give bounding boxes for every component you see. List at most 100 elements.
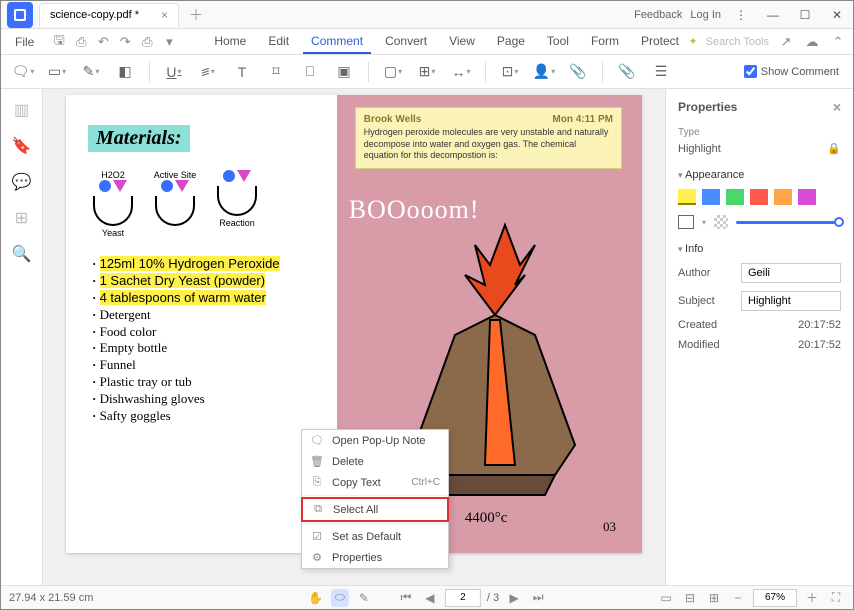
fill-color-picker[interactable] [678,215,694,229]
page-total: / 3 [487,592,499,604]
new-tab-button[interactable]: ＋ [189,5,203,25]
shape-tool[interactable]: ▢▾ [379,60,407,84]
single-page-icon[interactable]: ▭ [657,589,675,607]
tab-tool[interactable]: Tool [539,30,577,54]
qat-dropdown-icon[interactable]: ▾ [160,33,178,51]
redo-icon[interactable]: ↷ [116,33,134,51]
author-input[interactable] [741,263,841,283]
continuous-page-icon[interactable]: ⊟ [681,589,699,607]
two-page-icon[interactable]: ⊞ [705,589,723,607]
strikeout-tool[interactable]: ꠵▾ [194,60,222,84]
color-swatch[interactable] [726,189,744,205]
tab-close-icon[interactable]: × [161,8,168,22]
sticky-note[interactable]: Brook Wells Mon 4:11 PM Hydrogen peroxid… [355,107,622,169]
attachment-icon[interactable]: 📎 [564,60,592,84]
author-label: Author [678,267,710,279]
measure-tool[interactable]: ⊞▾ [413,60,441,84]
tab-comment[interactable]: Comment [303,30,371,54]
pencil-tool[interactable]: ✎▾ [77,60,105,84]
thumbnails-icon[interactable]: ▥ [13,101,31,119]
cloud-icon[interactable]: ☁ [803,33,821,51]
opacity-slider[interactable] [736,221,841,224]
context-copy-text[interactable]: ⎘Copy TextCtrl+C [302,472,448,493]
comments-panel-tool[interactable]: ☰ [647,60,675,84]
color-swatch[interactable] [750,189,768,205]
textbox-tool[interactable]: T [228,60,256,84]
context-set-as-default[interactable]: ☑Set as Default [302,526,448,547]
login-link[interactable]: Log In [690,9,721,21]
collapse-ribbon-icon[interactable]: ⌃ [829,33,847,51]
info-section[interactable]: Info [678,243,841,255]
color-swatch[interactable] [774,189,792,205]
hand-tool-icon[interactable]: ✋ [307,589,325,607]
tab-protect[interactable]: Protect [633,30,687,54]
comment-list-icon[interactable]: 💬 [13,173,31,191]
show-comment-toggle[interactable]: Show Comment [744,65,839,78]
undo-icon[interactable]: ↶ [94,33,112,51]
signature-tool[interactable]: 👤▾ [530,60,558,84]
attachments-icon[interactable]: ⊞ [13,209,31,227]
document-tab[interactable]: science-copy.pdf * × [39,3,179,27]
context-select-all[interactable]: ⧉Select All [301,497,449,522]
file-menu[interactable]: File [7,35,42,49]
color-swatch[interactable] [798,189,816,205]
eraser-tool[interactable]: ◧ [111,60,139,84]
next-page-icon[interactable]: ▶ [505,589,523,607]
search-tools-input[interactable]: Search Tools [706,36,769,48]
zoom-input[interactable] [753,589,797,607]
list-item: Food color [92,324,327,341]
type-label: Type [678,127,841,138]
tab-page[interactable]: Page [489,30,533,54]
text-callout-tool[interactable]: ⎕ [296,60,324,84]
context-properties[interactable]: ⚙Properties [302,547,448,568]
color-swatch[interactable] [678,189,696,205]
page-number-input[interactable] [445,589,481,607]
share-icon[interactable]: ↗ [777,33,795,51]
zoom-in-icon[interactable]: ＋ [803,589,821,607]
color-swatch[interactable] [702,189,720,205]
last-page-icon[interactable]: ⏭ [529,589,547,607]
panel-close-icon[interactable]: × [833,99,841,115]
subject-input[interactable] [741,291,841,311]
highlighted-item[interactable]: 1 Sachet Dry Yeast (powder) [92,273,327,290]
save-icon[interactable]: 🖫 [50,33,68,51]
email-icon[interactable]: ⎙ [138,33,156,51]
more-icon[interactable]: ⋮ [729,5,753,25]
search-panel-icon[interactable]: 🔍 [13,245,31,263]
highlighted-item[interactable]: 125ml 10% Hydrogen Peroxide [92,256,327,273]
zoom-out-icon[interactable]: − [729,589,747,607]
paperclip-tool[interactable]: 📎 [613,60,641,84]
lock-icon[interactable]: 🔒 [827,142,841,155]
callout-tool[interactable]: ⌑ [262,60,290,84]
context-open-pop-up-note[interactable]: 🗨Open Pop-Up Note [302,430,448,451]
stamp-tool[interactable]: ⊡▾ [496,60,524,84]
print-icon[interactable]: ⎙ [72,33,90,51]
show-comment-checkbox[interactable] [744,65,757,78]
feedback-link[interactable]: Feedback [634,9,682,21]
appearance-section[interactable]: Appearance [678,169,841,181]
tab-home[interactable]: Home [206,30,254,54]
prev-page-icon[interactable]: ◀ [421,589,439,607]
distance-tool[interactable]: ↔▾ [447,60,475,84]
minimize-button[interactable]: — [761,5,785,25]
tab-title: science-copy.pdf * [50,9,139,21]
highlight-tool[interactable]: ▭▾ [43,60,71,84]
highlighted-item[interactable]: 4 tablespoons of warm water [92,290,327,307]
bookmark-icon[interactable]: 🔖 [13,137,31,155]
tab-convert[interactable]: Convert [377,30,435,54]
maximize-button[interactable]: ☐ [793,5,817,25]
document-viewport[interactable]: W Materials: H2O2Yeast Active Site React… [43,89,665,585]
transparency-icon[interactable] [714,215,728,229]
close-window-button[interactable]: ✕ [825,5,849,25]
context-delete[interactable]: 🗑Delete [302,451,448,472]
tab-edit[interactable]: Edit [260,30,297,54]
tab-view[interactable]: View [441,30,483,54]
first-page-icon[interactable]: ⏮ [397,589,415,607]
fullscreen-icon[interactable]: ⛶ [827,589,845,607]
select-tool-icon[interactable]: ⬭ [331,589,349,607]
underline-tool[interactable]: U▾ [160,60,188,84]
area-highlight-tool[interactable]: ▣ [330,60,358,84]
edit-tool-icon[interactable]: ✎ [355,589,373,607]
note-tool[interactable]: 🗨▾ [9,60,37,84]
tab-form[interactable]: Form [583,30,627,54]
